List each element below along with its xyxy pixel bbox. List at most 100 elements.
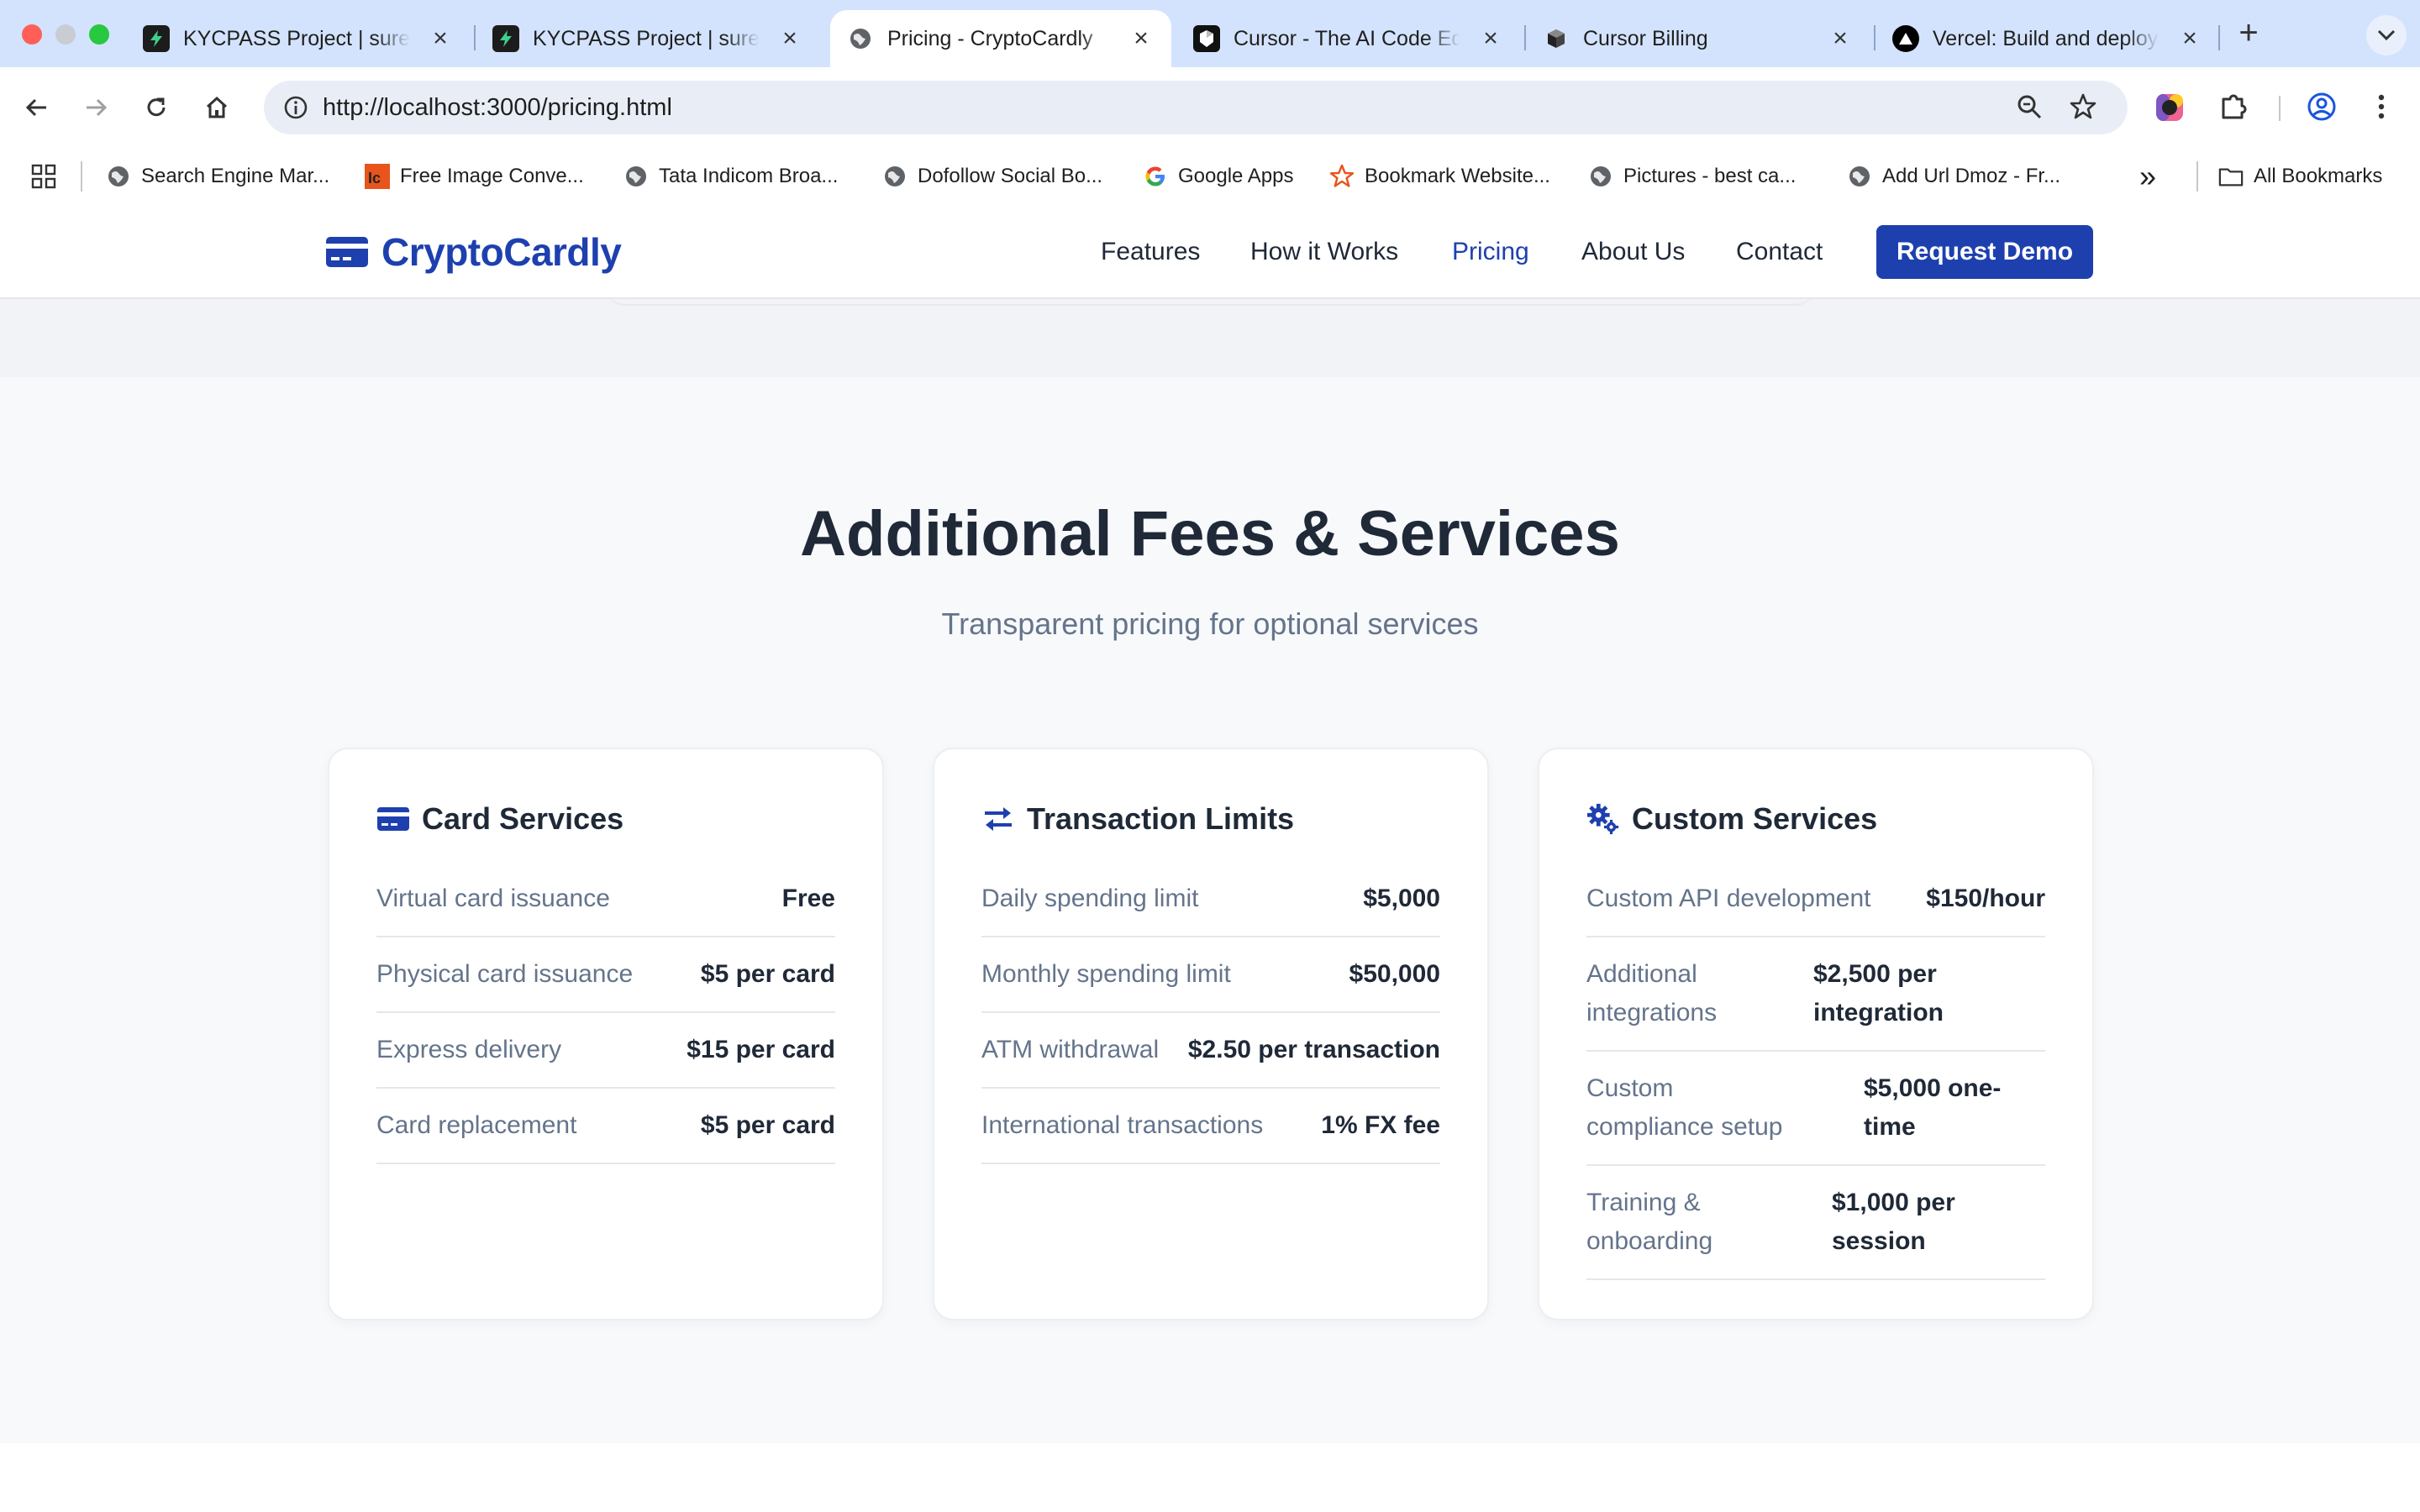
kebab-menu-icon[interactable] [2373,91,2390,127]
tab-search-button[interactable] [2366,15,2407,55]
bolt-favicon-icon [143,25,170,52]
browser-tab-vercel[interactable]: Vercel: Build and deploy × [1876,10,2220,67]
tab-title: KYCPASS Project | sures [533,26,760,50]
globe-icon [623,164,649,189]
maximize-window-button[interactable] [89,24,109,45]
browser-tab-kycpass-2[interactable]: KYCPASS Project | sures × [476,10,820,67]
zoom-icon[interactable] [2015,92,2044,125]
bookmark-item[interactable]: Dofollow Social Bo... [882,148,1102,205]
bookmark-item[interactable]: Tata Indicom Broa... [623,148,838,205]
tab-divider [2218,25,2220,50]
fee-label: Custom compliance setup [1586,1074,1783,1141]
fee-label: Additional integrations [1586,960,1718,1026]
close-tab-icon[interactable]: × [778,26,802,51]
bookmark-label: Tata Indicom Broa... [659,165,839,187]
url-text[interactable]: http://localhost:3000/pricing.html [323,81,672,134]
bookmark-item[interactable]: Google Apps [1143,148,1293,205]
color-extension-icon[interactable] [2154,92,2185,127]
fee-value: $5,000 one-time [1864,1074,2002,1141]
all-bookmarks-label: All Bookmarks [2254,165,2383,187]
gears-icon [1586,802,1620,836]
fee-row: Daily spending limit $5,000 [981,862,1440,937]
globe-favicon-icon [847,25,874,52]
credit-card-icon [376,802,410,836]
close-window-button[interactable] [22,24,42,45]
nav-how-it-works[interactable]: How it Works [1250,205,1398,299]
fee-row: ATM withdrawal $2.50 per transaction [981,1013,1440,1089]
nav-contact[interactable]: Contact [1736,205,1823,299]
nav-about-us[interactable]: About Us [1581,205,1685,299]
all-bookmarks-button[interactable]: All Bookmarks [2218,148,2382,205]
nav-features[interactable]: Features [1101,205,1200,299]
fee-label: ATM withdrawal [981,1036,1160,1063]
nav-pricing[interactable]: Pricing [1452,205,1529,299]
bookmarks-overflow-button[interactable]: » [2139,148,2156,205]
browser-tab-kycpass-1[interactable]: KYCPASS Project | sures × [126,10,471,67]
credit-card-icon [326,237,368,267]
ic-logo-icon: Ic [365,164,390,189]
google-icon [1143,164,1168,189]
minimize-window-button[interactable] [55,24,76,45]
globe-icon [882,164,908,189]
vercel-favicon-icon [1892,25,1919,52]
fee-label: Express delivery [376,1036,562,1063]
card-header: Transaction Limits [981,801,1294,837]
arrow-left-icon [25,98,46,117]
card-title: Card Services [422,801,624,836]
close-tab-icon[interactable]: × [2178,26,2202,51]
card-header: Card Services [376,801,623,837]
fee-row: International transactions 1% FX fee [981,1089,1440,1164]
forward-button[interactable] [76,87,116,128]
tab-title: Cursor - The AI Code Ed [1234,26,1460,50]
globe-icon [106,164,131,189]
fee-label: Monthly spending limit [981,960,1231,988]
section-subtitle: Transparent pricing for optional service… [941,606,1479,641]
bookmark-label: Free Image Conve... [400,165,584,187]
bookmark-item[interactable]: Add Url Dmoz - Fr... [1847,148,2060,205]
fee-label: Custom API development [1586,885,1871,912]
close-tab-icon[interactable]: × [429,26,452,51]
reload-button[interactable] [136,87,176,128]
site-navbar: CryptoCardly Features How it Works Prici… [0,205,2420,299]
browser-tab-strip: KYCPASS Project | sures × KYCPASS Projec… [0,0,2420,67]
fee-value: $1,000 per session [1832,1189,1955,1255]
bookmark-item[interactable]: Pictures - best ca... [1588,148,1796,205]
browser-tab-cursor[interactable]: Cursor - The AI Code Ed × [1176,10,1521,67]
bookmark-label: Bookmark Website... [1365,165,1550,187]
globe-icon [1588,164,1613,189]
close-tab-icon[interactable]: × [1479,26,1502,51]
bookmark-label: Pictures - best ca... [1623,165,1797,187]
browser-tab-pricing[interactable]: Pricing - CryptoCardly × [830,10,1171,67]
browser-tab-cursor-billing[interactable]: Cursor Billing × [1526,10,1870,67]
site-logo[interactable]: CryptoCardly [326,225,622,279]
reload-icon [147,97,166,117]
apps-grid-icon[interactable] [30,163,57,194]
close-tab-icon[interactable]: × [1828,26,1852,51]
fee-row: Custom compliance setup $5,000 one-time [1586,1052,2045,1166]
chevron-down-icon [2377,29,2396,41]
next-section-edge [0,1443,2420,1512]
home-button[interactable] [197,87,237,128]
fee-row: Express delivery $15 per card [376,1013,835,1089]
request-demo-button[interactable]: Request Demo [1876,225,2093,279]
back-button[interactable] [17,87,57,128]
bookmark-star-icon[interactable] [2069,92,2097,125]
bookmark-item[interactable]: Bookmark Website... [1329,148,1550,205]
bookmark-item[interactable]: Search Engine Mar... [106,148,329,205]
bookmark-item[interactable]: Ic Free Image Conve... [365,148,584,205]
profile-avatar-icon[interactable] [2306,91,2338,127]
fee-value: $2,500 per integration [1813,960,1944,1026]
address-bar[interactable]: http://localhost:3000/pricing.html [264,81,2128,134]
fee-label: Physical card issuance [376,960,634,988]
folder-icon [2218,164,2244,189]
bookmark-label: Dofollow Social Bo... [918,165,1103,187]
close-tab-icon[interactable]: × [1129,26,1153,51]
fee-value: $2.50 per transaction [1187,1036,1440,1063]
fee-row: Custom API development $150/hour [1586,862,2045,937]
new-tab-button[interactable]: + [2232,16,2265,50]
fee-row: Additional integrations $2,500 per integr… [1586,937,2045,1052]
fee-label: Training & onboarding [1586,1189,1713,1255]
site-info-icon[interactable] [282,94,309,125]
extensions-puzzle-icon[interactable] [2218,91,2250,127]
fee-label: Virtual card issuance [376,885,610,912]
